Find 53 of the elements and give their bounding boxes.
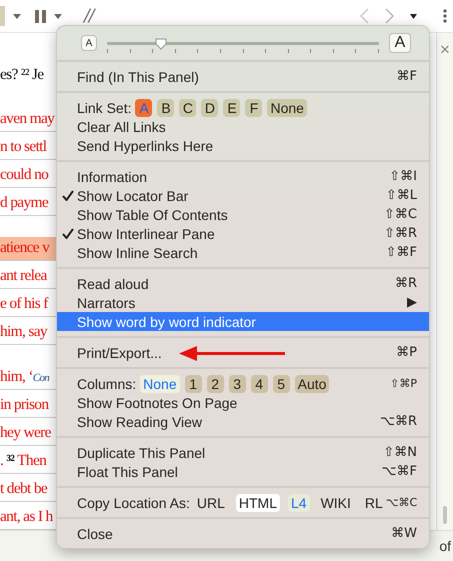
menu-label: Columns: xyxy=(77,376,136,392)
font-size-slider[interactable] xyxy=(107,38,379,54)
large-text-button[interactable]: A xyxy=(389,33,411,53)
menu-item[interactable]: Read aloud ⌘R xyxy=(57,274,429,293)
option-chip[interactable]: 2 xyxy=(206,374,224,392)
menu-item[interactable]: Show Footnotes On Page xyxy=(57,393,429,412)
path-separator: // xyxy=(84,6,94,26)
small-text-button[interactable]: A xyxy=(81,35,97,51)
pause-icon[interactable] xyxy=(35,10,46,22)
scrollbar-thumb[interactable] xyxy=(443,506,447,524)
option-chip[interactable]: F xyxy=(245,98,262,116)
option-chip[interactable]: B xyxy=(157,98,174,116)
option-chip[interactable]: C xyxy=(179,98,196,116)
menu-item[interactable]: Show Locator Bar ⇧⌘L xyxy=(57,186,429,205)
back-icon[interactable] xyxy=(360,8,369,24)
menu-item[interactable]: Float This Panel ⌥⌘F xyxy=(57,462,429,481)
option-chip[interactable]: HTML xyxy=(236,494,280,512)
option-chip[interactable]: 3 xyxy=(228,374,246,392)
option-chip[interactable]: None xyxy=(140,374,180,392)
option-chip[interactable]: RL xyxy=(362,494,386,512)
menu-item[interactable]: Find (In This Panel) ⌘F xyxy=(57,67,429,86)
menu-item[interactable]: Show Interlinear Pane ⇧⌘R xyxy=(57,224,429,243)
shortcut-label: ⇧⌘P xyxy=(390,377,417,390)
menu-item[interactable]: Clear All Links xyxy=(57,117,429,136)
menu-item[interactable]: Information ⇧⌘I xyxy=(57,167,429,186)
caret-icon[interactable] xyxy=(410,14,417,18)
menu-label: Link Set: xyxy=(77,100,132,116)
menu-item[interactable]: Show word by word indicator xyxy=(57,312,429,331)
menu-item[interactable]: Show Reading View ⌥⌘R xyxy=(57,412,429,431)
shortcut-label: ⌥⌘C xyxy=(386,496,418,509)
option-chip[interactable]: WIKI xyxy=(318,494,354,512)
option-chip[interactable]: None xyxy=(267,98,307,116)
option-chip[interactable]: Auto xyxy=(294,374,330,392)
option-chip[interactable]: 1 xyxy=(184,374,202,392)
option-chip[interactable]: 5 xyxy=(272,374,290,392)
menu-item[interactable]: Close ⌘W xyxy=(57,524,429,543)
option-chip[interactable]: D xyxy=(201,98,218,116)
option-chip[interactable]: L4 xyxy=(288,494,310,512)
option-chip[interactable]: 4 xyxy=(250,374,268,392)
option-chip[interactable]: URL xyxy=(194,494,228,512)
menu-item[interactable]: Show Table Of Contents ⇧⌘C xyxy=(57,205,429,224)
menu-item[interactable]: Duplicate This Panel ⇧⌘N xyxy=(57,443,429,462)
menu-item[interactable]: Send Hyperlinks Here xyxy=(57,136,429,155)
slider-thumb[interactable] xyxy=(155,38,168,50)
more-icon[interactable] xyxy=(443,9,447,23)
text-line: es? ²² Je xyxy=(0,65,45,85)
menu-item[interactable]: Show Inline Search ⇧⌘F xyxy=(57,243,429,262)
menu-item[interactable]: Narrators ▶ xyxy=(57,293,429,312)
option-chip[interactable]: E xyxy=(223,98,240,116)
menu-label: Copy Location As: xyxy=(77,494,190,510)
footer-text: of xyxy=(439,538,451,554)
menu-item[interactable]: Print/Export... ⌘P xyxy=(57,343,429,362)
forward-icon[interactable] xyxy=(385,8,394,24)
